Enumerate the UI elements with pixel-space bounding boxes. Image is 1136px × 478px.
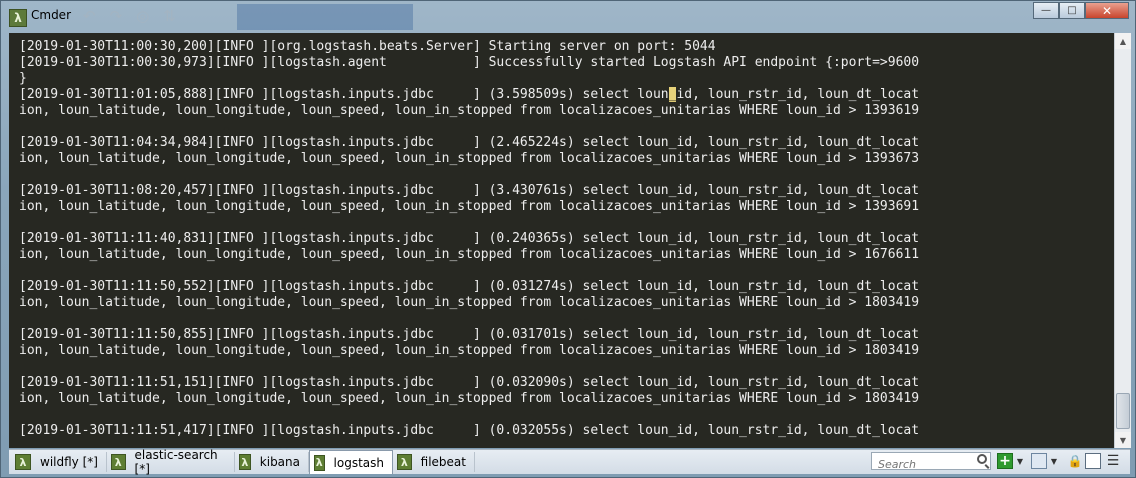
new-console-button[interactable]: + [997, 453, 1013, 469]
tab-kibana[interactable]: λ kibana [235, 452, 309, 472]
lambda-icon: λ [111, 454, 126, 470]
lambda-icon: λ [239, 454, 251, 470]
console-line: ion, loun_latitude, loun_longitude, loun… [19, 247, 920, 262]
console-line: [2019-01-30T11:01:05,888][INFO ][logstas… [19, 87, 920, 102]
window-list-icon[interactable] [1031, 453, 1047, 469]
console-line: [2019-01-30T11:11:51,417][INFO ][logstas… [19, 423, 920, 438]
tab-label: wildfly [*] [40, 455, 98, 469]
console-line: [2019-01-30T11:11:40,831][INFO ][logstas… [19, 231, 920, 246]
tab-label: filebeat [420, 455, 466, 469]
menu-icon[interactable]: ☰ [1105, 453, 1121, 469]
console-line: [2019-01-30T11:11:50,552][INFO ][logstas… [19, 279, 920, 294]
tab-bar: λ wildfly [*] λ elastic-search [*] λ kib… [9, 448, 1130, 476]
new-console-dropdown-icon[interactable]: ▼ [1015, 453, 1025, 469]
scroll-thumb[interactable] [1116, 393, 1130, 429]
search-input[interactable] [876, 456, 976, 473]
split-view-icon[interactable] [1085, 453, 1101, 469]
lambda-icon: λ [9, 9, 27, 27]
background-highlight [237, 4, 413, 30]
tab-label: logstash [333, 455, 384, 470]
console-line: [2019-01-30T11:11:51,151][INFO ][logstas… [19, 375, 920, 390]
lambda-icon: λ [15, 454, 31, 470]
console-line: ion, loun_latitude, loun_longitude, loun… [19, 151, 920, 166]
lambda-icon: λ [397, 454, 412, 470]
console-line: [2019-01-30T11:04:34,984][INFO ][logstas… [19, 135, 920, 150]
console-line: ion, loun_latitude, loun_longitude, loun… [19, 199, 920, 214]
tab-filebeat[interactable]: λ filebeat [393, 452, 475, 472]
background-toolbar-icons: ↶↷◎⇅ [83, 7, 190, 25]
console-line: [2019-01-30T11:08:20,457][INFO ][logstas… [19, 183, 920, 198]
scroll-down-arrow-icon[interactable]: ▼ [1115, 432, 1131, 448]
console-line: ion, loun_latitude, loun_longitude, loun… [19, 391, 920, 406]
window-list-dropdown-icon[interactable]: ▼ [1049, 453, 1059, 469]
scroll-up-arrow-icon[interactable]: ▲ [1115, 33, 1131, 49]
vertical-scrollbar[interactable]: ▲ ▼ [1114, 33, 1131, 448]
minimize-button[interactable]: — [1033, 2, 1059, 19]
console-line: ion, loun_latitude, loun_longitude, loun… [19, 343, 920, 358]
tab-label: elastic-search [*] [134, 448, 218, 476]
close-button[interactable]: ✕ [1085, 2, 1129, 19]
cmder-window: λ Cmder ↶↷◎⇅ — □ ✕ [2019-01-30T11:00:30,… [0, 0, 1136, 478]
tab-logstash[interactable]: λ logstash [309, 450, 393, 474]
console-line: } [19, 71, 27, 86]
console-line: ion, loun_latitude, loun_longitude, loun… [19, 103, 920, 118]
window-title: Cmder [31, 8, 72, 22]
tab-wildfly[interactable]: λ wildfly [*] [11, 452, 107, 472]
terminal-console[interactable]: [2019-01-30T11:00:30,200][INFO ][org.log… [9, 33, 1114, 448]
maximize-button[interactable]: □ [1059, 2, 1085, 19]
console-line: [2019-01-30T11:11:50,855][INFO ][logstas… [19, 327, 920, 342]
text-cursor: _ [668, 87, 677, 102]
search-icon[interactable] [977, 454, 987, 464]
console-line: ion, loun_latitude, loun_longitude, loun… [19, 295, 920, 310]
console-line: [2019-01-30T11:00:30,973][INFO ][logstas… [19, 55, 920, 70]
tab-elastic-search[interactable]: λ elastic-search [*] [107, 448, 235, 476]
title-bar[interactable]: λ Cmder ↶↷◎⇅ — □ ✕ [1, 1, 1135, 33]
lambda-icon: λ [314, 454, 325, 471]
console-line: [2019-01-30T11:00:30,200][INFO ][org.log… [19, 39, 716, 54]
console-output[interactable]: [2019-01-30T11:00:30,200][INFO ][org.log… [9, 33, 1114, 439]
tab-label: kibana [259, 455, 300, 469]
window-controls: — □ ✕ [1033, 2, 1129, 20]
lock-icon[interactable]: 🔒 [1067, 453, 1083, 469]
search-box[interactable] [871, 452, 991, 473]
